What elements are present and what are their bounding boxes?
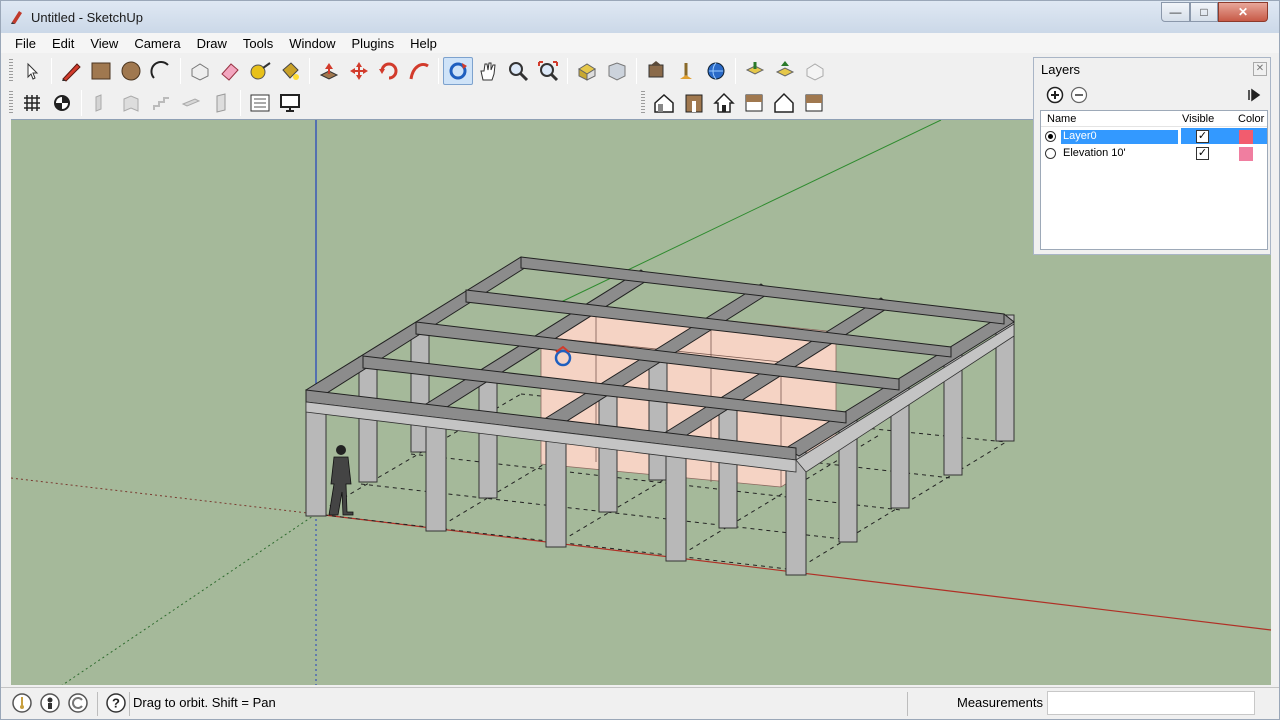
layers-list-header: Name Visible Color — [1041, 111, 1267, 127]
column-header-visible[interactable]: Visible — [1182, 113, 1214, 125]
tape-measure-icon[interactable] — [245, 57, 275, 85]
help-icon[interactable]: ? — [105, 692, 127, 714]
secondary-toolbar — [9, 87, 305, 119]
push-pull-icon[interactable] — [314, 57, 344, 85]
column — [648, 351, 668, 481]
rotate-icon[interactable] — [374, 57, 404, 85]
geo-location-icon[interactable] — [671, 57, 701, 85]
layers-panel-close-button[interactable]: ✕ — [1253, 62, 1267, 76]
minimize-button[interactable]: — — [1161, 2, 1190, 22]
warehouse-share-icon[interactable] — [602, 57, 632, 85]
sketchup-window: Untitled - SketchUp — □ ✕ File Edit View… — [0, 0, 1280, 720]
rectangle-icon[interactable] — [86, 57, 116, 85]
credits-status-icon[interactable] — [39, 692, 61, 714]
make-component-icon[interactable] — [185, 57, 215, 85]
toolbar-grip-2[interactable] — [9, 91, 13, 115]
house-view-icon[interactable] — [709, 89, 739, 117]
arc-icon[interactable] — [146, 57, 176, 85]
front-view-icon[interactable] — [679, 89, 709, 117]
layer-color-swatch[interactable] — [1239, 147, 1253, 161]
measurements-input[interactable] — [1047, 691, 1255, 715]
column-header-name[interactable]: Name — [1047, 113, 1076, 125]
layer-name[interactable]: Elevation 10' — [1061, 147, 1128, 161]
delete-layer-icon[interactable] — [1070, 86, 1088, 104]
display-icon[interactable] — [275, 89, 305, 117]
menu-view[interactable]: View — [82, 33, 126, 53]
zoom-extents-icon[interactable] — [533, 57, 563, 85]
status-bar: ? Drag to orbit. Shift = Pan Measurement… — [1, 687, 1279, 719]
move-icon[interactable] — [344, 57, 374, 85]
close-button[interactable]: ✕ — [1218, 2, 1268, 22]
pan-icon[interactable] — [473, 57, 503, 85]
maximize-button[interactable]: □ — [1190, 2, 1218, 22]
grid-icon[interactable] — [17, 89, 47, 117]
beam-tool-icon[interactable] — [176, 89, 206, 117]
layers-list: Name Visible Color Layer0 ✓ Elevation 10… — [1040, 110, 1268, 250]
menu-draw[interactable]: Draw — [189, 33, 235, 53]
title-bar: Untitled - SketchUp — □ ✕ — [1, 1, 1279, 33]
column-tool-icon[interactable] — [116, 89, 146, 117]
download-models-icon[interactable] — [740, 57, 770, 85]
menu-file[interactable]: File — [7, 33, 44, 53]
views-toolbar — [641, 87, 829, 119]
layers-details-arrow-icon[interactable] — [1246, 86, 1262, 104]
wall-tool-icon[interactable] — [86, 89, 116, 117]
active-layer-radio[interactable] — [1045, 148, 1056, 159]
door-tool-icon[interactable] — [206, 89, 236, 117]
layers-panel-title: Layers — [1041, 62, 1081, 77]
paint-bucket-icon[interactable] — [275, 57, 305, 85]
scenes-list-icon[interactable] — [245, 89, 275, 117]
measurements-label: Measurements — [957, 695, 1043, 710]
active-layer-radio[interactable] — [1045, 131, 1056, 142]
menu-window[interactable]: Window — [281, 33, 343, 53]
layer-visible-checkbox[interactable]: ✓ — [1196, 147, 1209, 160]
share-component-icon[interactable] — [800, 57, 830, 85]
section-icon[interactable] — [47, 89, 77, 117]
main-toolbar — [9, 55, 830, 87]
window-title: Untitled - SketchUp — [31, 10, 143, 25]
geo-location-status-icon[interactable] — [11, 692, 33, 714]
add-layer-icon[interactable] — [1046, 86, 1064, 104]
layer-name[interactable]: Layer0 — [1061, 130, 1178, 144]
status-message: Drag to orbit. Shift = Pan — [133, 695, 276, 710]
layers-panel: Layers ✕ Name Visible Color Layer0 ✓ Ele… — [1033, 57, 1271, 255]
back-view-icon[interactable] — [799, 89, 829, 117]
layer-color-swatch[interactable] — [1239, 130, 1253, 144]
toolbar-grip[interactable] — [9, 59, 13, 83]
menu-plugins[interactable]: Plugins — [344, 33, 403, 53]
svg-text:?: ? — [112, 696, 120, 711]
stair-tool-icon[interactable] — [146, 89, 176, 117]
toolbar-grip-3[interactable] — [641, 91, 645, 115]
layer-visible-checkbox[interactable]: ✓ — [1196, 130, 1209, 143]
extension-icon[interactable] — [641, 57, 671, 85]
menu-tools[interactable]: Tools — [235, 33, 281, 53]
photo-texture-icon[interactable] — [701, 57, 731, 85]
circle-icon[interactable] — [116, 57, 146, 85]
menu-help[interactable]: Help — [402, 33, 445, 53]
orbit-icon[interactable] — [443, 57, 473, 85]
sign-in-status-icon[interactable] — [67, 692, 89, 714]
right-view-icon[interactable] — [769, 89, 799, 117]
scale-figure — [328, 445, 354, 516]
eraser-icon[interactable] — [215, 57, 245, 85]
layer-row-elevation[interactable]: Elevation 10' ✓ — [1041, 145, 1267, 162]
top-view-icon[interactable] — [739, 89, 769, 117]
layer-row-layer0[interactable]: Layer0 ✓ — [1041, 128, 1267, 145]
zoom-icon[interactable] — [503, 57, 533, 85]
column-header-color[interactable]: Color — [1238, 113, 1264, 125]
pencil-icon[interactable] — [56, 57, 86, 85]
menu-edit[interactable]: Edit — [44, 33, 82, 53]
sketchup-logo-icon — [11, 11, 22, 24]
menu-bar: File Edit View Camera Draw Tools Window … — [1, 33, 1279, 53]
select-icon[interactable] — [17, 57, 47, 85]
iso-view-icon[interactable] — [649, 89, 679, 117]
follow-me-icon[interactable] — [404, 57, 434, 85]
warehouse-get-icon[interactable] — [572, 57, 602, 85]
menu-camera[interactable]: Camera — [126, 33, 188, 53]
upload-models-icon[interactable] — [770, 57, 800, 85]
